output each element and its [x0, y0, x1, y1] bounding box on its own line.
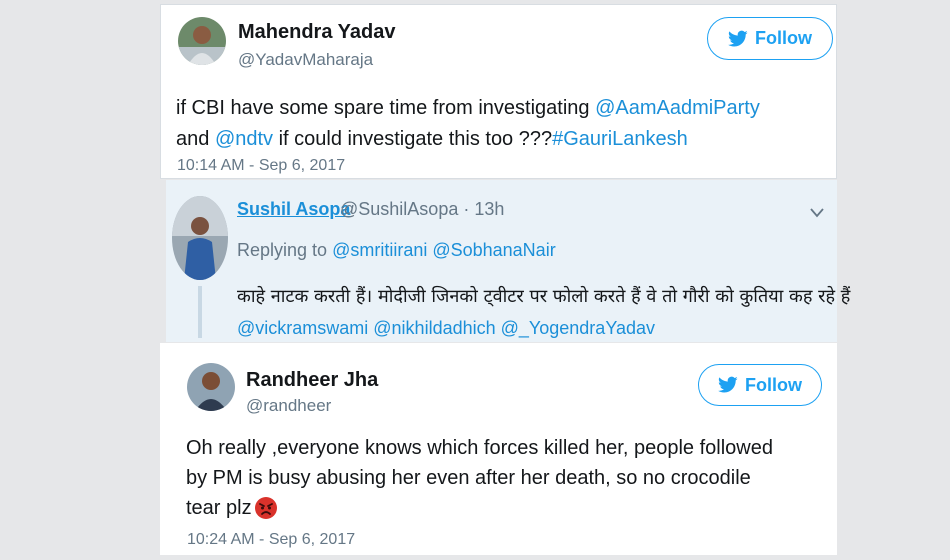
tweet-card-mahendra: Mahendra Yadav @YadavMaharaja Follow if … — [160, 4, 837, 179]
replying-mentions[interactable]: @smritiirani @SobhanaNair — [332, 240, 556, 260]
replying-prefix: Replying to — [237, 240, 333, 260]
tweet-card-randheer: Randheer Jha @randheer Follow Oh really … — [160, 343, 837, 555]
follow-button-label: Follow — [755, 28, 812, 48]
tweet-author-name[interactable]: Randheer Jha — [246, 369, 378, 392]
tweet-author-handle[interactable]: @randheer — [246, 396, 331, 416]
avatar-mahendra-image — [178, 17, 226, 65]
tweet-author-handle[interactable]: @YadavMaharaja — [238, 50, 373, 70]
chevron-down-icon[interactable] — [810, 208, 824, 218]
tweet-timestamp[interactable]: 10:24 AM - Sep 6, 2017 — [187, 531, 355, 549]
hashtag-link[interactable]: #GauriLankesh — [552, 128, 688, 150]
quoted-author-meta[interactable]: @SushilAsopa · 13h — [340, 199, 504, 220]
tweet-text: Oh really ,everyone knows which forces k… — [186, 433, 826, 523]
avatar[interactable] — [187, 363, 235, 411]
follow-button-label: Follow — [745, 374, 802, 395]
follow-button[interactable]: Follow — [707, 17, 833, 60]
quoted-mentions-line: @vickramswami @nikhildadhich @_YogendraY… — [237, 318, 655, 339]
tweet-text-line: by PM is busy abusing her even after her… — [186, 467, 751, 489]
follow-button[interactable]: Follow — [698, 364, 822, 406]
tweet-text-part: and — [176, 128, 215, 150]
mention-link[interactable]: @AamAadmiParty — [595, 97, 760, 119]
tweet-text: if CBI have some spare time from investi… — [176, 93, 826, 155]
quote-divider — [198, 286, 202, 338]
avatar[interactable] — [178, 17, 226, 65]
quoted-mentions[interactable]: @vickramswami @nikhildadhich @_YogendraY… — [237, 318, 655, 338]
tweet-timestamp[interactable]: 10:14 AM - Sep 6, 2017 — [177, 157, 345, 175]
quoted-author-name[interactable]: Sushil Asopa — [237, 199, 350, 220]
tweet-text-part: if could investigate this too ??? — [273, 128, 553, 150]
twitter-bird-icon — [718, 376, 738, 393]
tweet-text-line: tear plz — [186, 493, 826, 523]
tweet-author-name[interactable]: Mahendra Yadav — [238, 21, 395, 44]
avatar[interactable] — [172, 196, 228, 280]
twitter-bird-icon — [728, 30, 748, 46]
tweet-text-part: if CBI have some spare time from investi… — [176, 97, 596, 119]
avatar-randheer-image — [187, 363, 235, 411]
angry-face-icon — [254, 496, 278, 520]
tweet-text-line: Oh really ,everyone knows which forces k… — [186, 437, 773, 459]
replying-to-line: Replying to @smritiirani @SobhanaNair — [237, 240, 556, 261]
mention-link[interactable]: @ndtv — [215, 128, 273, 150]
avatar-sushil-image — [172, 196, 228, 280]
quoted-tweet-text: काहे नाटक करती हैं। मोदीजी जिनको ट्वीटर … — [237, 286, 851, 307]
tweet-text-part: tear plz — [186, 497, 252, 519]
